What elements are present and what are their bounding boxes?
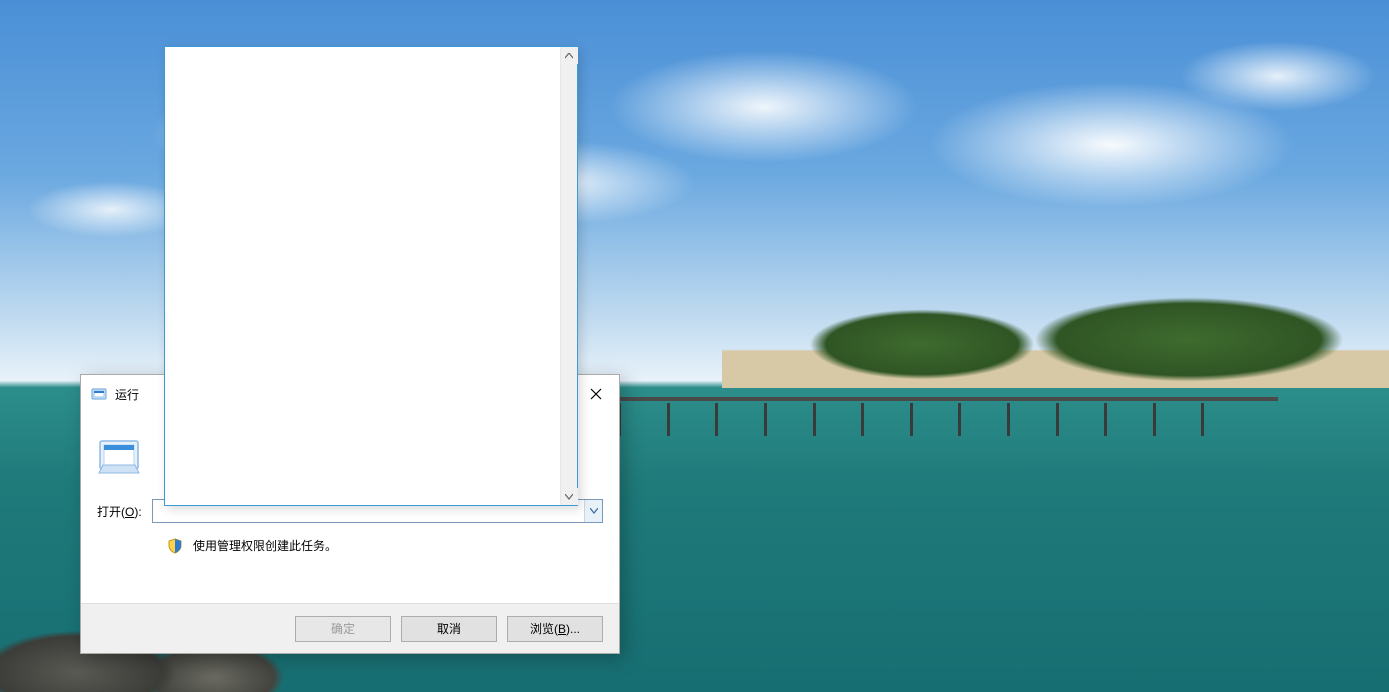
dropdown-list-area[interactable]: [165, 47, 560, 505]
scroll-down-button[interactable]: [561, 488, 578, 505]
dropdown-scrollbar[interactable]: [560, 47, 577, 505]
open-label: 打开(O):: [97, 503, 142, 520]
close-button[interactable]: [573, 375, 619, 413]
scroll-up-button[interactable]: [561, 47, 578, 64]
open-dropdown-button[interactable]: [584, 500, 602, 522]
titlebar-left: 运行: [91, 386, 139, 403]
chevron-down-icon: [590, 508, 598, 514]
admin-row: 使用管理权限创建此任务。: [97, 537, 603, 554]
run-hero-icon: [97, 433, 141, 477]
cancel-button[interactable]: 取消: [401, 616, 497, 642]
button-bar: 确定 取消 浏览(B)...: [81, 603, 619, 653]
close-icon: [590, 388, 602, 400]
dialog-title: 运行: [115, 386, 139, 403]
chevron-up-icon: [565, 53, 573, 59]
shield-icon: [167, 538, 183, 554]
admin-text: 使用管理权限创建此任务。: [193, 537, 337, 554]
chevron-down-icon: [565, 494, 573, 500]
browse-button[interactable]: 浏览(B)...: [507, 616, 603, 642]
wallpaper-pier: [583, 381, 1278, 436]
open-dropdown-list[interactable]: [164, 46, 578, 506]
ok-button[interactable]: 确定: [295, 616, 391, 642]
wallpaper-land: [722, 291, 1389, 388]
run-title-icon: [91, 386, 107, 402]
